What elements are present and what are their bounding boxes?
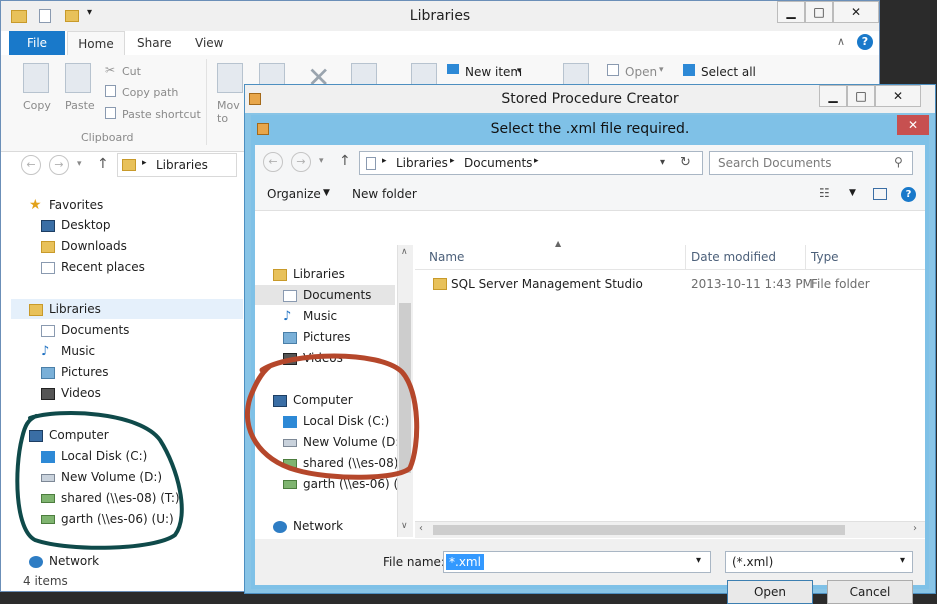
red-circle-annotation — [244, 353, 420, 480]
red-annotation-overlay — [244, 353, 420, 480]
